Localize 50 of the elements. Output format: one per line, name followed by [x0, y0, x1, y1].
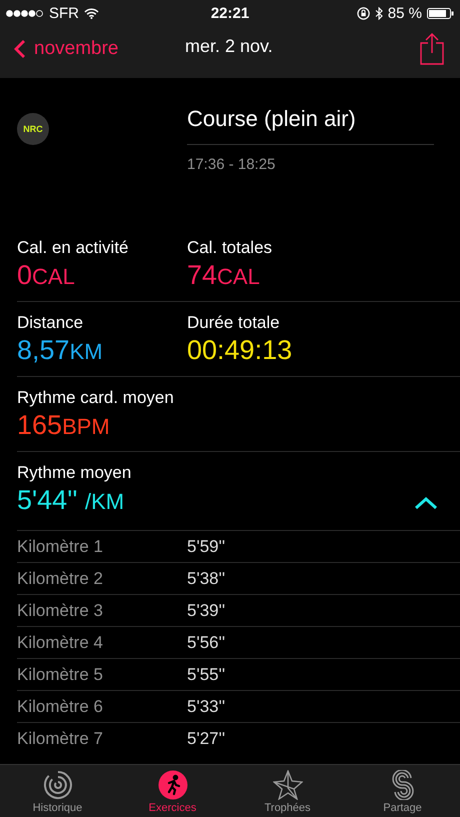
metric-value: 5'44'' /KM — [17, 485, 126, 516]
tab[interactable]: Exercices — [115, 765, 230, 817]
metric-value: 165BPM — [17, 410, 111, 441]
share-icon[interactable] — [420, 33, 444, 65]
split-name: Kilomètre 1 — [17, 536, 104, 556]
battery-icon — [427, 8, 454, 18]
split-time: 5'59'' — [187, 536, 226, 556]
split-name: Kilomètre 7 — [17, 728, 104, 748]
sharing-icon — [392, 770, 414, 800]
split-name: Kilomètre 5 — [17, 664, 104, 684]
rotation-lock-icon — [356, 6, 370, 20]
signal-icon — [6, 10, 44, 16]
split-name: Kilomètre 4 — [17, 632, 104, 652]
metric-value: 0CAL — [17, 260, 76, 291]
tab[interactable]: Partage — [345, 765, 460, 817]
split-time: 5'56'' — [187, 632, 226, 652]
workout-time: 17:36 - 18:25 — [187, 156, 276, 173]
carrier: SFR — [49, 4, 79, 22]
split-name: Kilomètre 6 — [17, 696, 104, 716]
tab[interactable]: Historique — [0, 765, 115, 817]
metric-label: Cal. totales — [187, 238, 274, 258]
tab[interactable]: Trophées — [230, 765, 345, 817]
clock: 22:21 — [210, 4, 250, 22]
metric-value: 00:49:13 — [187, 335, 294, 366]
metric-label: Rythme card. moyen — [17, 388, 175, 408]
metric-value: 74CAL — [187, 260, 261, 291]
metric-value: 8,57KM — [17, 335, 104, 366]
bluetooth-icon — [374, 6, 383, 20]
workout-title: Course (plein air) — [187, 106, 434, 145]
rings-icon — [42, 770, 72, 800]
battery-percent: 85 % — [388, 4, 422, 22]
split-time: 5'55'' — [187, 664, 226, 684]
split-name: Kilomètre 2 — [17, 568, 104, 588]
split-name: Kilomètre 3 — [17, 600, 104, 620]
split-time: 5'33'' — [187, 696, 226, 716]
chevron-up-icon[interactable] — [414, 496, 438, 510]
metric-label: Distance — [17, 313, 84, 333]
metric-label: Rythme moyen — [17, 463, 132, 483]
app-badge: NRC — [17, 113, 49, 145]
metric-label: Cal. en activité — [17, 238, 130, 258]
split-time: 5'27'' — [187, 728, 226, 748]
star-icon — [272, 770, 302, 800]
split-time: 5'39'' — [187, 600, 226, 620]
runner-icon — [158, 770, 188, 800]
metric-label: Durée totale — [187, 313, 281, 333]
back-button[interactable]: novembre — [14, 38, 118, 60]
wifi-icon — [84, 8, 99, 18]
chevron-left-icon — [14, 39, 26, 59]
nav-title: mer. 2 nov. — [185, 36, 273, 57]
split-time: 5'38'' — [187, 568, 226, 588]
